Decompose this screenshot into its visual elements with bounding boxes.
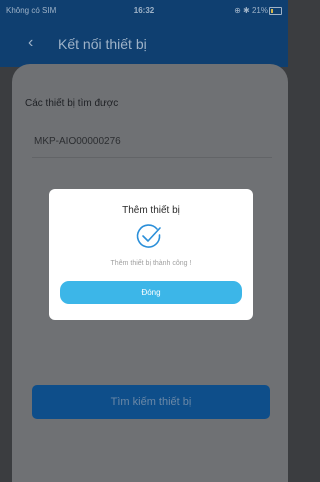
divider xyxy=(32,157,272,158)
battery-icon xyxy=(269,7,282,15)
chevron-left-icon: ‹ xyxy=(28,34,34,51)
alarm-icon: ⊕ xyxy=(234,6,241,15)
check-circle-icon xyxy=(136,224,161,248)
close-button[interactable]: Đóng xyxy=(60,281,242,304)
app-header: ‹ Kết nối thiết bị xyxy=(0,22,288,67)
dialog-message: Thêm thiết bị thành công ! xyxy=(110,260,192,267)
device-list-item[interactable]: MKP-AIO00000276 xyxy=(34,136,121,147)
status-bar: Không có SIM 16:32 ⊕ ✱ 21% xyxy=(0,0,288,22)
bluetooth-icon: ✱ xyxy=(243,6,250,15)
back-button[interactable]: ‹ xyxy=(28,35,33,51)
search-devices-button[interactable]: Tìm kiếm thiết bị xyxy=(32,385,270,419)
section-label: Các thiết bị tìm được xyxy=(25,98,119,109)
add-device-dialog: Thêm thiết bị Thêm thiết bị thành công !… xyxy=(49,189,253,320)
page-title: Kết nối thiết bị xyxy=(58,36,147,52)
battery-fill xyxy=(271,9,273,13)
battery-percent: ⊕ ✱ 21% xyxy=(234,6,268,15)
dialog-title: Thêm thiết bị xyxy=(122,205,180,216)
battery-percent-label: 21% xyxy=(251,6,268,15)
